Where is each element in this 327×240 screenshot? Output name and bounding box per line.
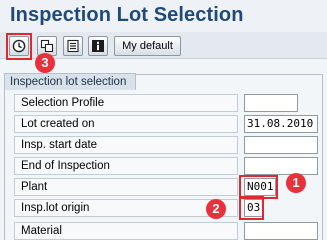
material-label: Material (14, 222, 238, 240)
end-of-inspection-input[interactable] (244, 157, 318, 175)
insp-lot-origin-label: Insp.lot origin (14, 199, 238, 217)
info-button[interactable] (88, 36, 108, 56)
insp-start-date-label: Insp. start date (14, 136, 238, 154)
page-title: Inspection Lot Selection (10, 4, 244, 26)
lot-created-on-label: Lot created on (14, 115, 238, 133)
section-title: Inspection lot selection (4, 73, 136, 90)
callout-3-badge: 3 (35, 53, 55, 73)
selection-options-button[interactable] (63, 36, 83, 56)
selection-profile-input[interactable] (244, 94, 298, 112)
lot-created-on-input[interactable]: 31.08.2010 (244, 115, 318, 133)
plant-label: Plant (14, 178, 238, 196)
copy-screens-icon (40, 39, 54, 53)
variant-list-icon (66, 39, 80, 53)
callout-1-badge: 1 (286, 173, 306, 193)
callout-2-badge: 2 (206, 199, 226, 219)
callout-3-highlight (6, 33, 32, 60)
insp-start-date-input[interactable] (244, 136, 318, 154)
callout-2-highlight (239, 196, 264, 220)
end-of-inspection-label: End of Inspection (14, 157, 238, 175)
selection-profile-label: Selection Profile (14, 94, 238, 112)
info-icon (91, 39, 105, 53)
material-input[interactable] (244, 222, 318, 240)
my-default-button[interactable]: My default (114, 36, 181, 56)
